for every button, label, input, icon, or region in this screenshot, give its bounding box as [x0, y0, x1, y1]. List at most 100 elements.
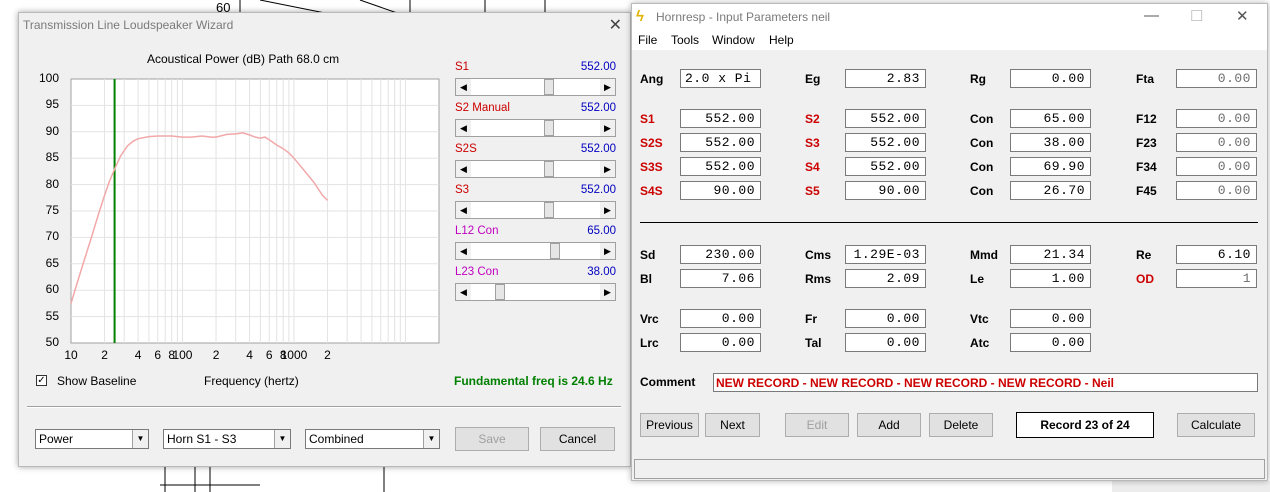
slider-thumb[interactable]	[544, 202, 554, 218]
param-field-fr[interactable]: 0.00	[845, 309, 926, 328]
slider-thumb[interactable]	[544, 120, 554, 136]
previous-button[interactable]: Previous	[640, 413, 699, 437]
chevron-right-icon[interactable]: ▶	[600, 79, 615, 95]
cancel-button[interactable]: Cancel	[540, 427, 615, 451]
slider-track[interactable]	[471, 161, 600, 177]
menu-window[interactable]: Window	[712, 33, 755, 47]
delete-button[interactable]: Delete	[929, 413, 993, 437]
param-field-atc[interactable]: 0.00	[1010, 333, 1091, 352]
menu-tools[interactable]: Tools	[671, 33, 699, 47]
chevron-right-icon[interactable]: ▶	[600, 120, 615, 136]
slider-track[interactable]	[471, 202, 600, 218]
y-tick-label: 100	[38, 71, 59, 85]
param-field-s4s[interactable]: 90.00	[680, 181, 761, 200]
minimize-button[interactable]: —	[1144, 7, 1159, 24]
param-field-fta[interactable]: 0.00	[1176, 69, 1257, 88]
save-button[interactable]: Save	[455, 427, 529, 451]
slider-label: S1	[455, 61, 470, 73]
comment-label: Comment	[640, 375, 696, 389]
slider[interactable]: ◀ ▶	[455, 283, 616, 301]
param-field-re[interactable]: 6.10	[1176, 245, 1257, 264]
chevron-left-icon[interactable]: ◀	[456, 161, 471, 177]
param-field-sd[interactable]: 230.00	[680, 245, 761, 264]
close-button[interactable]: ✕	[1236, 7, 1249, 25]
param-field-con3[interactable]: 69.90	[1010, 157, 1091, 176]
slider-thumb[interactable]	[495, 284, 505, 300]
param-field-f12[interactable]: 0.00	[1176, 109, 1257, 128]
chevron-left-icon[interactable]: ◀	[456, 79, 471, 95]
param-field-f34[interactable]: 0.00	[1176, 157, 1257, 176]
slider-thumb[interactable]	[544, 79, 554, 95]
param-field-rms[interactable]: 2.09	[845, 269, 926, 288]
param-field-tal[interactable]: 0.00	[845, 333, 926, 352]
wizard-close-button[interactable]: ✕	[609, 15, 622, 35]
param-field-mmd[interactable]: 21.34	[1010, 245, 1091, 264]
show-baseline-checkbox[interactable]: ✓	[36, 375, 47, 386]
add-button[interactable]: Add	[857, 413, 921, 437]
slider-thumb[interactable]	[550, 243, 560, 259]
param-field-s3[interactable]: 552.00	[845, 133, 926, 152]
chevron-left-icon[interactable]: ◀	[456, 120, 471, 136]
edit-button[interactable]: Edit	[785, 413, 849, 437]
slider[interactable]: ◀ ▶	[455, 78, 616, 96]
slider[interactable]: ◀ ▶	[455, 201, 616, 219]
param-field-s2[interactable]: 552.00	[845, 109, 926, 128]
param-field-rg[interactable]: 0.00	[1010, 69, 1091, 88]
menu-file[interactable]: File	[638, 33, 657, 47]
menu-help[interactable]: Help	[769, 33, 794, 47]
next-button[interactable]: Next	[705, 413, 760, 437]
param-field-od[interactable]: 1	[1176, 269, 1257, 288]
param-label-ang: Ang	[640, 72, 664, 86]
param-label-tal: Tal	[805, 336, 822, 350]
slider-thumb[interactable]	[544, 161, 554, 177]
param-label-fta: Fta	[1136, 72, 1154, 86]
chevron-left-icon[interactable]: ◀	[456, 284, 471, 300]
chevron-left-icon[interactable]: ◀	[456, 202, 471, 218]
param-field-s4[interactable]: 552.00	[845, 157, 926, 176]
chevron-right-icon[interactable]: ▶	[600, 284, 615, 300]
param-field-f45[interactable]: 0.00	[1176, 181, 1257, 200]
param-field-cms[interactable]: 1.29E-03	[845, 245, 926, 264]
param-label-sd: Sd	[640, 248, 656, 262]
param-field-f23[interactable]: 0.00	[1176, 133, 1257, 152]
y-tick-label: 50	[45, 335, 59, 349]
slider-track[interactable]	[471, 120, 600, 136]
param-label-vtc: Vtc	[970, 312, 989, 326]
param-field-s1[interactable]: 552.00	[680, 109, 761, 128]
param-field-s2s[interactable]: 552.00	[680, 133, 761, 152]
y-tick-label: 70	[45, 229, 59, 244]
chevron-right-icon[interactable]: ▶	[600, 243, 615, 259]
param-field-con1[interactable]: 65.00	[1010, 109, 1091, 128]
maximize-button[interactable]: ☐	[1190, 7, 1203, 25]
slider-value: 552.00	[580, 143, 616, 155]
param-field-ang[interactable]: 2.0 x Pi	[680, 69, 761, 88]
param-field-bl[interactable]: 7.06	[680, 269, 761, 288]
chevron-left-icon[interactable]: ◀	[456, 243, 471, 259]
slider-track[interactable]	[471, 284, 600, 300]
comment-field[interactable]: NEW RECORD - NEW RECORD - NEW RECORD - N…	[713, 373, 1258, 392]
param-field-con4[interactable]: 26.70	[1010, 181, 1091, 200]
slider-track[interactable]	[471, 79, 600, 95]
slider[interactable]: ◀ ▶	[455, 119, 616, 137]
param-field-vrc[interactable]: 0.00	[680, 309, 761, 328]
power-select[interactable]: Power ▼	[35, 429, 149, 449]
horn-select[interactable]: Horn S1 - S3 ▼	[163, 429, 291, 449]
slider[interactable]: ◀ ▶	[455, 160, 616, 178]
slider-track[interactable]	[471, 243, 600, 259]
param-field-s3s[interactable]: 552.00	[680, 157, 761, 176]
chevron-right-icon[interactable]: ▶	[600, 202, 615, 218]
combined-select[interactable]: Combined ▼	[305, 429, 440, 449]
param-field-lrc[interactable]: 0.00	[680, 333, 761, 352]
param-field-vtc[interactable]: 0.00	[1010, 309, 1091, 328]
param-label-cms: Cms	[805, 248, 832, 262]
slider[interactable]: ◀ ▶	[455, 242, 616, 260]
y-tick-label: 75	[45, 203, 59, 217]
chevron-right-icon[interactable]: ▶	[600, 161, 615, 177]
param-field-le[interactable]: 1.00	[1010, 269, 1091, 288]
calculate-button[interactable]: Calculate	[1177, 413, 1255, 437]
param-field-s5[interactable]: 90.00	[845, 181, 926, 200]
power-chart	[70, 78, 440, 344]
param-field-con2[interactable]: 38.00	[1010, 133, 1091, 152]
param-field-eg[interactable]: 2.83	[845, 69, 926, 88]
power-select-value: Power	[39, 432, 74, 446]
